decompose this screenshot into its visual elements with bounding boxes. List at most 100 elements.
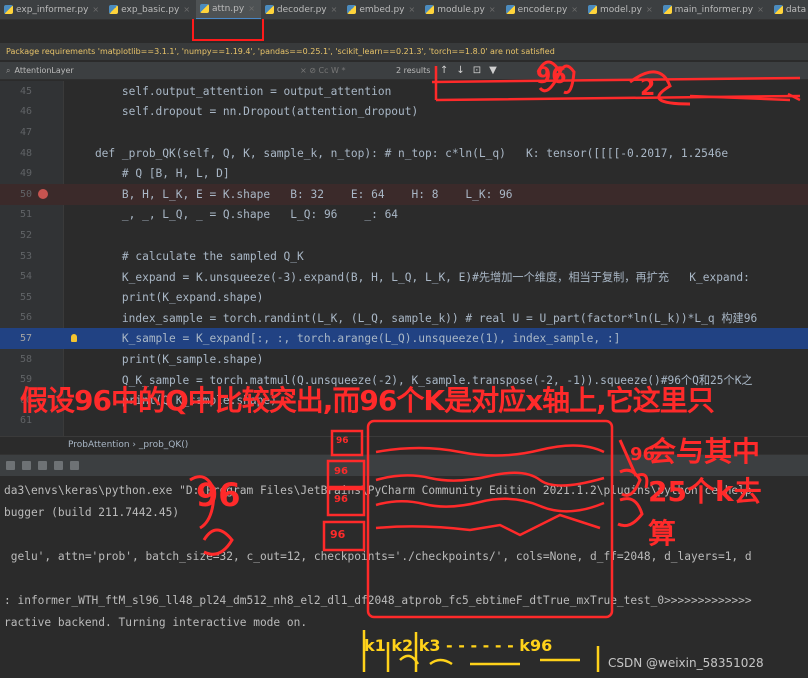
line-code[interactable]: B, H, L_K, E = K.shape B: 32 E: 64 H: 8 …: [68, 188, 513, 201]
line-code[interactable]: K_sample = K_expand[:, :, torch.arange(L…: [68, 332, 620, 345]
active-tab-highlight: [192, 19, 264, 41]
close-icon[interactable]: ×: [646, 5, 653, 14]
python-file-icon: [505, 5, 515, 14]
close-icon[interactable]: ×: [92, 5, 99, 14]
tab-label: model.py: [600, 4, 642, 15]
tab-encoder-py[interactable]: encoder.py ×: [502, 0, 584, 19]
tab-attn-py[interactable]: attn.py ×: [196, 0, 261, 19]
line-code[interactable]: self.dropout = nn.Dropout(attention_drop…: [68, 105, 418, 118]
line-number[interactable]: 58: [0, 354, 36, 365]
filter-icon[interactable]: ▼: [489, 65, 497, 76]
tab-label: main_informer.py: [674, 4, 754, 15]
line-number[interactable]: 56: [0, 312, 36, 323]
tab-module-py[interactable]: module.py ×: [421, 0, 501, 19]
lightbulb-icon[interactable]: [71, 334, 77, 343]
line-code[interactable]: def _prob_QK(self, Q, K, sample_k, n_top…: [68, 147, 728, 160]
tab-exp_basic-py[interactable]: exp_basic.py ×: [105, 0, 196, 19]
close-icon[interactable]: ×: [409, 5, 416, 14]
line-number[interactable]: 50: [0, 189, 36, 200]
search-icon: ⌕: [6, 65, 11, 75]
tab-exp_informer-py[interactable]: exp_informer.py ×: [0, 0, 105, 19]
close-icon[interactable]: ×: [248, 4, 255, 13]
line-number[interactable]: 49: [0, 168, 36, 179]
annotation-main-note: 假设96中的Q中比较突出,而96个K是对应x轴上,它这里只: [20, 384, 715, 417]
code-line-57[interactable]: 57 K_sample = K_expand[:, :, torch.arang…: [0, 328, 808, 349]
tab-label: embed.py: [359, 4, 405, 15]
tab-label: encoder.py: [517, 4, 568, 15]
find-query[interactable]: AttentionLayer: [14, 66, 73, 75]
line-number[interactable]: 57: [0, 333, 36, 344]
console-table-icon[interactable]: [70, 461, 79, 470]
line-number[interactable]: 51: [0, 209, 36, 220]
tab-decoder-py[interactable]: decoder.py ×: [261, 0, 343, 19]
console-step-out-icon[interactable]: [38, 461, 47, 470]
code-line-51[interactable]: 51 _, _, L_Q, _ = Q.shape L_Q: 96 _: 64: [0, 205, 808, 226]
console-line[interactable]: da3\envs\keras\python.exe "D:\Program Fi…: [4, 484, 752, 497]
tab-main_informer-py[interactable]: main_informer.py ×: [659, 0, 770, 19]
annotation-side-3: 算: [648, 517, 677, 550]
line-number[interactable]: 52: [0, 230, 36, 241]
line-code[interactable]: # Q [B, H, L, D]: [68, 167, 230, 180]
line-code[interactable]: print(K_expand.shape): [68, 291, 263, 304]
console-line[interactable]: gelu', attn='prob', batch_size=32, c_out…: [4, 550, 752, 563]
close-icon[interactable]: ×: [331, 5, 338, 14]
breakpoint-icon[interactable]: [38, 189, 48, 199]
code-line-46[interactable]: 46 self.dropout = nn.Dropout(attention_d…: [0, 102, 808, 123]
line-number[interactable]: 48: [0, 148, 36, 159]
python-file-icon: [264, 5, 274, 14]
editor-tab-bar: exp_informer.py × exp_basic.py × attn.py × dec…: [0, 0, 808, 20]
python-file-icon: [588, 5, 597, 14]
stack-label-4: 96: [330, 528, 346, 541]
select-all-occurrences-icon[interactable]: ⊡: [473, 65, 481, 76]
line-code[interactable]: print(K_sample.shape): [68, 353, 263, 366]
line-code[interactable]: K_expand = K.unsqueeze(-3).expand(B, H, …: [68, 269, 750, 285]
stack-label-2: 96: [334, 466, 348, 477]
line-number[interactable]: 46: [0, 106, 36, 117]
package-requirements-warning[interactable]: Package requirements 'matplotlib==3.1.1'…: [0, 43, 808, 60]
code-line-54[interactable]: 54 K_expand = K.unsqueeze(-3).expand(B, …: [0, 266, 808, 287]
watermark: CSDN @weixin_58351028: [608, 656, 764, 670]
find-options[interactable]: × ⊘ Cc W *: [300, 66, 390, 75]
code-line-49[interactable]: 49 # Q [B, H, L, D]: [0, 163, 808, 184]
arrow-up-icon[interactable]: ↑: [440, 65, 448, 76]
code-line-50[interactable]: 50 B, H, L_K, E = K.shape B: 32 E: 64 H:…: [0, 184, 808, 205]
line-number[interactable]: 55: [0, 292, 36, 303]
line-number[interactable]: 53: [0, 251, 36, 262]
line-code[interactable]: self.output_attention = output_attention: [68, 85, 391, 98]
console-line[interactable]: bugger (build 211.7442.45): [4, 506, 179, 519]
line-code[interactable]: index_sample = torch.randint(L_K, (L_Q, …: [68, 310, 757, 326]
annotation-96-right: 96: [630, 444, 656, 465]
code-line-47[interactable]: 47: [0, 122, 808, 143]
line-number[interactable]: 47: [0, 127, 36, 138]
code-line-52[interactable]: 52: [0, 225, 808, 246]
python-file-icon: [347, 5, 357, 14]
console-line[interactable]: ractive backend. Turning interactive mod…: [4, 616, 307, 629]
code-line-45[interactable]: 45 self.output_attention = output_attent…: [0, 81, 808, 102]
code-line-53[interactable]: 53 # calculate the sampled Q_K: [0, 246, 808, 267]
tab-model-py[interactable]: model.py ×: [584, 0, 659, 19]
close-icon[interactable]: ×: [489, 5, 496, 14]
close-icon[interactable]: ×: [183, 5, 190, 14]
code-line-55[interactable]: 55 print(K_expand.shape): [0, 287, 808, 308]
stack-label-3: 96: [334, 494, 348, 505]
console-run-cursor-icon[interactable]: [54, 461, 63, 470]
code-line-56[interactable]: 56 index_sample = torch.randint(L_K, (L_…: [0, 308, 808, 329]
find-query-field[interactable]: ⌕ AttentionLayer: [0, 66, 300, 76]
line-number[interactable]: 45: [0, 86, 36, 97]
console-line[interactable]: : informer_WTH_ftM_sl96_ll48_pl24_dm512_…: [4, 594, 752, 607]
tab-embed-py[interactable]: embed.py ×: [343, 0, 421, 19]
code-line-58[interactable]: 58 print(K_sample.shape): [0, 349, 808, 370]
line-number[interactable]: 54: [0, 271, 36, 282]
tab-data[interactable]: data×: [770, 0, 808, 19]
annotation-side-1: 会与其中: [648, 435, 761, 468]
close-icon[interactable]: ×: [757, 5, 764, 14]
console-step-icon[interactable]: [6, 461, 15, 470]
close-icon[interactable]: ×: [571, 5, 578, 14]
find-bar: ⌕ AttentionLayer × ⊘ Cc W * 2 results ↑ …: [0, 62, 808, 80]
line-code[interactable]: _, _, L_Q, _ = Q.shape L_Q: 96 _: 64: [68, 208, 398, 221]
python-file-icon: [425, 5, 435, 14]
console-step-into-icon[interactable]: [22, 461, 31, 470]
arrow-down-icon[interactable]: ↓: [456, 65, 464, 76]
line-code[interactable]: # calculate the sampled Q_K: [68, 250, 304, 263]
code-line-48[interactable]: 48 def _prob_QK(self, Q, K, sample_k, n_…: [0, 143, 808, 164]
